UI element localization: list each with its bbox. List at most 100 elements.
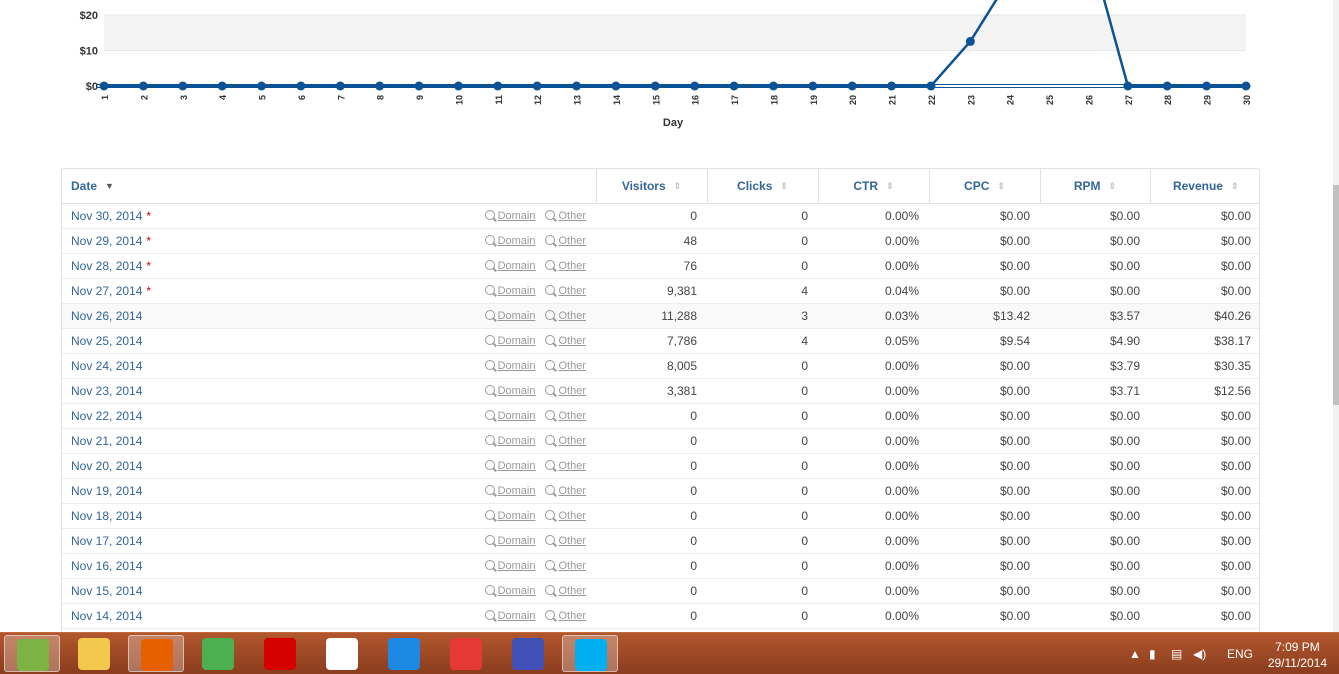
domain-link[interactable]: Domain [498, 385, 536, 397]
scrollbar-thumb[interactable] [1333, 185, 1339, 405]
date-link[interactable]: Nov 15, 2014 [71, 584, 142, 598]
date-link[interactable]: Nov 24, 2014 [71, 359, 142, 373]
visitors-cell: 0 [596, 528, 707, 554]
other-link[interactable]: Other [558, 510, 586, 522]
taskbar-app-button[interactable] [190, 635, 246, 672]
domain-link[interactable]: Domain [498, 460, 536, 472]
other-link[interactable]: Other [558, 560, 586, 572]
col-header-clicks[interactable]: Clicks ⇕ [706, 169, 818, 204]
other-link[interactable]: Other [558, 435, 586, 447]
domain-link[interactable]: Domain [498, 485, 536, 497]
date-link[interactable]: Nov 30, 2014 [71, 209, 142, 223]
sort-icon: ⇕ [673, 181, 682, 191]
other-link[interactable]: Other [558, 410, 586, 422]
taskbar-app-button[interactable] [500, 635, 556, 672]
taskbar-app-button[interactable] [562, 635, 618, 672]
date-link[interactable]: Nov 14, 2014 [71, 609, 142, 623]
taskbar-app-button[interactable] [376, 635, 432, 672]
date-link[interactable]: Nov 27, 2014 [71, 284, 142, 298]
date-link[interactable]: Nov 23, 2014 [71, 384, 142, 398]
x-tick-label: 5 [258, 95, 268, 100]
search-icon [484, 560, 495, 570]
domain-link[interactable]: Domain [498, 285, 536, 297]
data-point [808, 81, 818, 91]
cpc-cell: $9.54 [929, 328, 1040, 354]
domain-link[interactable]: Domain [498, 610, 536, 622]
other-link[interactable]: Other [558, 460, 586, 472]
date-link[interactable]: Nov 29, 2014 [71, 234, 142, 248]
other-link[interactable]: Other [558, 610, 586, 622]
date-link[interactable]: Nov 25, 2014 [71, 334, 142, 348]
search-icon [484, 310, 495, 320]
ctr-cell: 0.00% [818, 253, 929, 279]
data-point [1241, 81, 1251, 91]
domain-link[interactable]: Domain [498, 560, 536, 572]
col-header-rpm[interactable]: RPM ⇕ [1039, 169, 1150, 204]
col-header-ctr[interactable]: CTR ⇕ [817, 169, 929, 204]
show-hidden-icons-icon[interactable]: ▲ [1129, 647, 1141, 661]
table-row: Nov 20, 2014 Domain Other 0 0 0.00% $0.00 $0.00… [62, 453, 1259, 479]
clock[interactable]: 7:09 PM 29/11/2014 [1268, 639, 1327, 671]
teamviewer-icon [388, 638, 420, 670]
domain-link[interactable]: Domain [498, 210, 536, 222]
volume-icon[interactable]: ◀) [1193, 647, 1206, 661]
col-header-visitors[interactable]: Visitors ⇕ [595, 169, 707, 204]
date-link[interactable]: Nov 22, 2014 [71, 409, 142, 423]
data-point [257, 81, 267, 91]
taskbar-app-button[interactable] [128, 635, 184, 672]
network-icon[interactable]: ▤ [1171, 647, 1182, 661]
col-header-revenue[interactable]: Revenue ⇕ [1149, 169, 1259, 204]
domain-link[interactable]: Domain [498, 535, 536, 547]
rpm-cell: $3.71 [1040, 378, 1150, 404]
taskbar-app-button[interactable] [252, 635, 308, 672]
other-link[interactable]: Other [558, 585, 586, 597]
col-header-cpc[interactable]: CPC ⇕ [928, 169, 1040, 204]
col-header-date[interactable]: Date ▼ [62, 169, 596, 204]
other-link[interactable]: Other [558, 285, 586, 297]
rpm-cell: $0.00 [1040, 503, 1150, 529]
date-link[interactable]: Nov 19, 2014 [71, 484, 142, 498]
date-link[interactable]: Nov 20, 2014 [71, 459, 142, 473]
domain-link[interactable]: Domain [498, 585, 536, 597]
date-link[interactable]: Nov 28, 2014 [71, 259, 142, 273]
date-link[interactable]: Nov 16, 2014 [71, 559, 142, 573]
domain-link[interactable]: Domain [498, 235, 536, 247]
visitors-cell: 0 [596, 503, 707, 529]
search-icon [545, 410, 556, 420]
taskbar-app-button[interactable] [438, 635, 494, 672]
domain-link[interactable]: Domain [498, 410, 536, 422]
other-link[interactable]: Other [558, 260, 586, 272]
table-row: Nov 19, 2014 Domain Other 0 0 0.00% $0.00 $0.00… [62, 478, 1259, 504]
other-link[interactable]: Other [558, 535, 586, 547]
x-tick-label: 9 [415, 95, 425, 100]
other-link[interactable]: Other [558, 235, 586, 247]
taskbar-app-button[interactable] [4, 635, 60, 672]
date-link[interactable]: Nov 17, 2014 [71, 534, 142, 548]
other-link[interactable]: Other [558, 310, 586, 322]
page-scrollbar[interactable] [1333, 0, 1339, 632]
clicks-cell: 0 [707, 353, 818, 379]
date-link[interactable]: Nov 18, 2014 [71, 509, 142, 523]
date-link[interactable]: Nov 26, 2014 [71, 309, 142, 323]
cpc-cell: $0.00 [929, 228, 1040, 254]
domain-link[interactable]: Domain [498, 310, 536, 322]
domain-link[interactable]: Domain [498, 260, 536, 272]
other-link[interactable]: Other [558, 210, 586, 222]
other-link[interactable]: Other [558, 385, 586, 397]
other-link[interactable]: Other [558, 360, 586, 372]
date-cell: Nov 19, 2014 Domain Other [62, 478, 596, 504]
domain-link[interactable]: Domain [498, 360, 536, 372]
domain-link[interactable]: Domain [498, 435, 536, 447]
taskbar-app-button[interactable] [66, 635, 122, 672]
date-cell: Nov 29, 2014 * Domain Other [62, 228, 596, 254]
domain-link[interactable]: Domain [498, 510, 536, 522]
other-link[interactable]: Other [558, 485, 586, 497]
domain-link[interactable]: Domain [498, 335, 536, 347]
language-indicator[interactable]: ENG [1227, 647, 1253, 661]
date-link[interactable]: Nov 21, 2014 [71, 434, 142, 448]
revenue-chart: $0$10$201 2 3 4 5 6 7 8 9 10 11 12 13 14 15 16 17 18 19 20 2… [80, 0, 1252, 129]
taskbar-app-button[interactable] [314, 635, 370, 672]
power-icon[interactable]: ▮ [1149, 647, 1156, 661]
data-point [650, 81, 660, 91]
other-link[interactable]: Other [558, 335, 586, 347]
